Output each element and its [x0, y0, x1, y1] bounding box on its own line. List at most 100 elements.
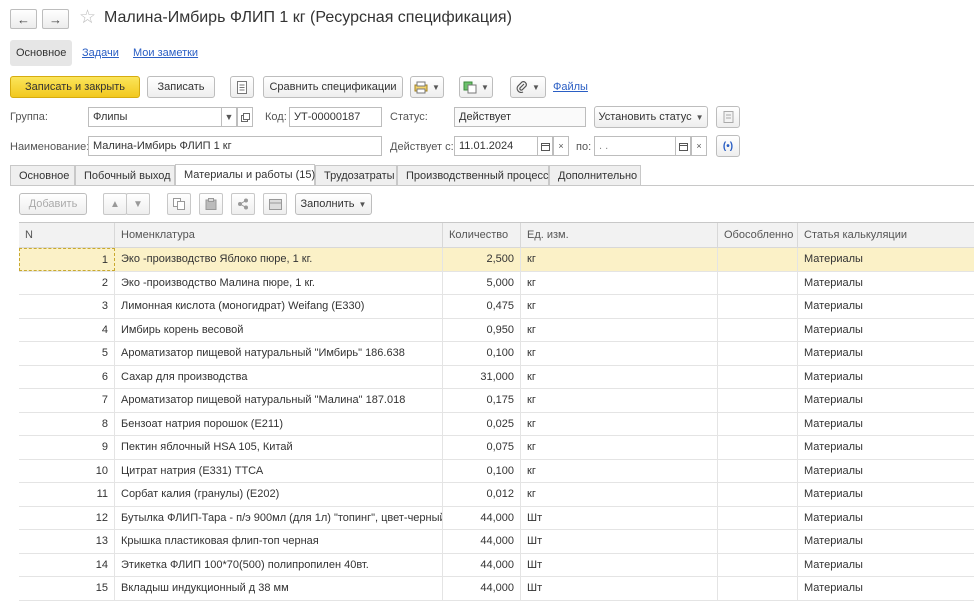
cell-nomenclature[interactable]: Эко -производство Яблоко пюре, 1 кг. [115, 248, 443, 271]
cell-nomenclature[interactable]: Лимонная кислота (моногидрат) Weifang (E… [115, 295, 443, 318]
save-button[interactable]: Записать [147, 76, 215, 98]
cell-nomenclature[interactable]: Эко -производство Малина пюре, 1 кг. [115, 271, 443, 294]
cell-nomenclature[interactable]: Пектин яблочный HSA 105, Китай [115, 436, 443, 459]
save-and-close-button[interactable]: Записать и закрыть [10, 76, 140, 98]
cell-separately[interactable] [718, 365, 798, 388]
print-menu-button[interactable]: ▼ [410, 76, 444, 98]
cell-unit[interactable]: Шт [521, 506, 718, 529]
cell-quantity[interactable]: 0,475 [443, 295, 521, 318]
tab-production-process[interactable]: Производственный процесс [397, 165, 549, 186]
tab-basic[interactable]: Основное [10, 165, 75, 186]
table-row[interactable]: 7 Ароматизатор пищевой натуральный "Малин… [19, 389, 974, 413]
cell-separately[interactable] [718, 389, 798, 412]
cell-cost-article[interactable]: Материалы [798, 460, 974, 483]
cell-unit[interactable]: кг [521, 459, 718, 482]
table-settings-button[interactable] [263, 193, 287, 215]
cell-unit[interactable]: кг [521, 342, 718, 365]
cell-cost-article[interactable]: Материалы [798, 530, 974, 553]
group-dropdown-button[interactable]: ▼ [221, 107, 237, 127]
cell-quantity[interactable]: 44,000 [443, 553, 521, 576]
cell-quantity[interactable]: 0,100 [443, 459, 521, 482]
cell-cost-article[interactable]: Материалы [798, 483, 974, 506]
table-row[interactable]: 6 Сахар для производства 31,000 кг Материалы [19, 365, 974, 389]
header-cost-article[interactable]: Статья калькуляции [798, 223, 974, 247]
cell-unit[interactable]: кг [521, 389, 718, 412]
cell-cost-article[interactable]: Материалы [798, 413, 974, 436]
cell-quantity[interactable]: 0,075 [443, 436, 521, 459]
cell-cost-article[interactable]: Материалы [798, 389, 974, 412]
cell-cost-article[interactable]: Материалы [798, 366, 974, 389]
report-button[interactable] [230, 76, 254, 98]
cell-cost-article[interactable]: Материалы [798, 507, 974, 530]
tab-additional[interactable]: Дополнительно [549, 165, 641, 186]
cell-unit[interactable]: кг [521, 318, 718, 341]
cell-separately[interactable] [718, 530, 798, 553]
tab-notes[interactable]: Мои заметки [133, 40, 198, 66]
cell-separately[interactable] [718, 295, 798, 318]
cell-separately[interactable] [718, 412, 798, 435]
cell-cost-article[interactable]: Материалы [798, 342, 974, 365]
cell-n[interactable]: 13 [19, 530, 115, 553]
header-quantity[interactable]: Количество [443, 223, 521, 247]
cell-n[interactable]: 9 [19, 436, 115, 459]
cell-separately[interactable] [718, 271, 798, 294]
cell-nomenclature[interactable]: Ароматизатор пищевой натуральный "Имбирь… [115, 342, 443, 365]
cell-separately[interactable] [718, 577, 798, 600]
create-based-on-button[interactable]: ▼ [459, 76, 493, 98]
code-field[interactable]: УТ-00000187 [289, 107, 382, 127]
cell-quantity[interactable]: 5,000 [443, 271, 521, 294]
cell-n[interactable]: 6 [19, 365, 115, 388]
cell-unit[interactable]: Шт [521, 577, 718, 600]
cell-nomenclature[interactable]: Этикетка ФЛИП 100*70(500) полипропилен 4… [115, 553, 443, 576]
cell-separately[interactable] [718, 459, 798, 482]
cell-quantity[interactable]: 44,000 [443, 530, 521, 553]
period-button[interactable]: (•) [716, 135, 740, 157]
table-row[interactable]: 2 Эко -производство Малина пюре, 1 кг. 5,0… [19, 271, 974, 295]
cell-n[interactable]: 1 [19, 248, 115, 271]
cell-quantity[interactable]: 0,012 [443, 483, 521, 506]
forward-button[interactable]: → [42, 9, 69, 29]
cell-n[interactable]: 3 [19, 295, 115, 318]
valid-to-field[interactable]: . . [594, 136, 676, 156]
cell-cost-article[interactable]: Материалы [798, 248, 974, 271]
cell-separately[interactable] [718, 342, 798, 365]
cell-quantity[interactable]: 0,100 [443, 342, 521, 365]
table-row[interactable]: 1 Эко -производство Яблоко пюре, 1 кг. 2,5… [19, 248, 974, 272]
cell-n[interactable]: 14 [19, 553, 115, 576]
paste-button[interactable] [199, 193, 223, 215]
valid-from-field[interactable]: 11.01.2024 [454, 136, 538, 156]
cell-quantity[interactable]: 0,025 [443, 412, 521, 435]
table-row[interactable]: 5 Ароматизатор пищевой натуральный "Имбир… [19, 342, 974, 366]
cell-nomenclature[interactable]: Крышка пластиковая флип-топ черная [115, 530, 443, 553]
cell-nomenclature[interactable]: Бензоат натрия порошок (Е211) [115, 412, 443, 435]
move-up-button[interactable]: ▲ [103, 193, 127, 215]
cell-nomenclature[interactable]: Сорбат калия (гранулы) (Е202) [115, 483, 443, 506]
table-row[interactable]: 11 Сорбат калия (гранулы) (Е202) 0,012 кг Ма… [19, 483, 974, 507]
cell-unit[interactable]: Шт [521, 530, 718, 553]
cell-nomenclature[interactable]: Вкладыш индукционный д 38 мм [115, 577, 443, 600]
cell-n[interactable]: 7 [19, 389, 115, 412]
cell-n[interactable]: 4 [19, 318, 115, 341]
header-nomenclature[interactable]: Номенклатура [115, 223, 443, 247]
favorite-star-icon[interactable]: ☆ [79, 6, 96, 29]
name-field[interactable]: Малина-Имбирь ФЛИП 1 кг [88, 136, 382, 156]
files-link[interactable]: Файлы [553, 81, 588, 93]
cell-separately[interactable] [718, 248, 798, 271]
table-row[interactable]: 8 Бензоат натрия порошок (Е211) 0,025 кг Мат… [19, 412, 974, 436]
cell-nomenclature[interactable]: Цитрат натрия (Е331) ТТСА [115, 459, 443, 482]
cell-nomenclature[interactable]: Ароматизатор пищевой натуральный "Малина… [115, 389, 443, 412]
cell-nomenclature[interactable]: Бутылка ФЛИП-Тара - п/э 900мл (для 1л) "… [115, 506, 443, 529]
cell-unit[interactable]: кг [521, 365, 718, 388]
header-unit[interactable]: Ед. изм. [521, 223, 718, 247]
group-field[interactable]: Флипы [88, 107, 222, 127]
cell-unit[interactable]: кг [521, 412, 718, 435]
cell-unit[interactable]: кг [521, 271, 718, 294]
cell-cost-article[interactable]: Материалы [798, 577, 974, 600]
table-row[interactable]: 10 Цитрат натрия (Е331) ТТСА 0,100 кг Матери… [19, 459, 974, 483]
cell-separately[interactable] [718, 318, 798, 341]
set-status-button[interactable]: Установить статус ▼ [594, 106, 708, 128]
header-separately[interactable]: Обособленно [718, 223, 798, 247]
cell-separately[interactable] [718, 553, 798, 576]
cell-unit[interactable]: кг [521, 295, 718, 318]
add-button[interactable]: Добавить [19, 193, 87, 215]
